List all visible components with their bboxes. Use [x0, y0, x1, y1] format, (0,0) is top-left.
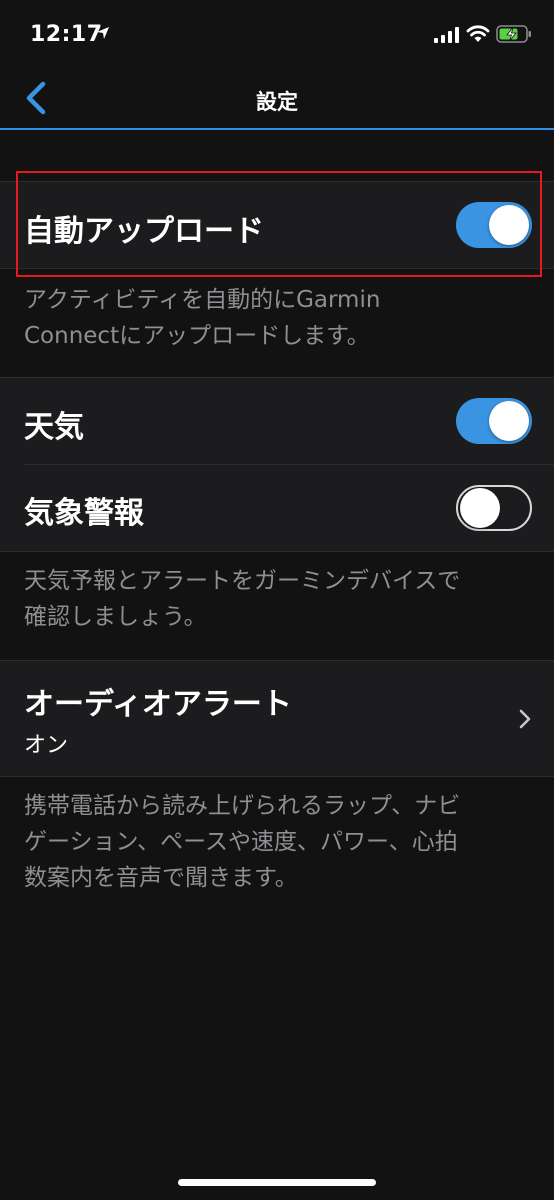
weather-alerts-toggle[interactable] — [456, 485, 532, 531]
audio-alerts-row[interactable]: オーディオアラート オン — [0, 661, 554, 776]
description-line: ゲーション、ペースや速度、パワー、心拍 — [24, 829, 458, 855]
description-line: 数案内を音声で聞きます。 — [24, 865, 298, 891]
audio-alerts-description: 携帯電話から読み上げられるラップ、ナビ ゲーション、ペースや速度、パワー、心拍 … — [24, 788, 530, 896]
audio-alerts-value: オン — [24, 733, 69, 758]
divider — [0, 776, 554, 777]
audio-alerts-label: オーディオアラート — [24, 687, 292, 722]
description-line: アクティビティを自動的にGarmin — [24, 287, 381, 313]
chevron-right-icon — [519, 709, 531, 729]
divider — [0, 551, 554, 552]
weather-label: 天気 — [24, 410, 84, 445]
toggle-knob — [489, 401, 529, 441]
home-indicator[interactable] — [178, 1179, 376, 1186]
description-line: 天気予報とアラートをガーミンデバイスで — [24, 568, 461, 594]
cellular-signal-icon — [434, 27, 459, 43]
weather-alerts-label: 気象警報 — [24, 496, 144, 531]
toggle-knob — [460, 488, 500, 528]
wifi-icon — [466, 25, 490, 42]
description-line: Connectにアップロードします。 — [24, 323, 370, 349]
status-bar: 12:17 — [0, 0, 554, 70]
weather-description: 天気予報とアラートをガーミンデバイスで 確認しましょう。 — [24, 563, 530, 635]
highlight-box — [16, 171, 542, 277]
description-line: 携帯電話から読み上げられるラップ、ナビ — [24, 793, 461, 819]
battery-charging-icon — [496, 25, 531, 43]
description-line: 確認しましょう。 — [24, 604, 207, 630]
weather-group: 天気 気象警報 — [0, 378, 554, 551]
divider — [24, 464, 554, 465]
status-time: 12:17 — [30, 22, 103, 47]
page-title: 設定 — [256, 90, 298, 114]
auto-upload-description: アクティビティを自動的にGarmin Connectにアップロードします。 — [24, 282, 530, 354]
navigation-bar: 設定 — [0, 70, 554, 130]
location-arrow-icon — [97, 27, 109, 39]
weather-toggle[interactable] — [456, 398, 532, 444]
